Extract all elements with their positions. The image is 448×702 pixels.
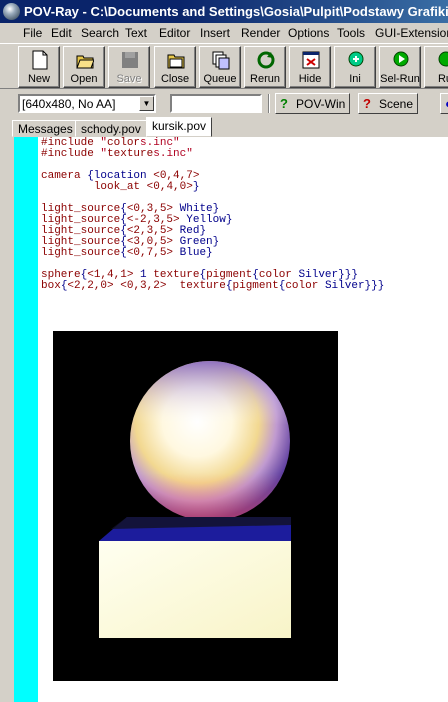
rerun-button[interactable]: Rerun: [244, 46, 286, 88]
main-toolbar: New Open Save Close Queue Rerun Hide Ini…: [0, 43, 448, 89]
title-bar: POV-Ray - C:\Documents and Settings\Gosi…: [0, 0, 448, 23]
editor-left-strip: [0, 137, 14, 702]
menu-text[interactable]: Text: [125, 26, 147, 40]
scene-help-label: Scene: [379, 97, 414, 111]
povwin-help-label: POV-Win: [296, 97, 346, 111]
chevron-down-icon[interactable]: ▼: [139, 96, 154, 111]
window-title: POV-Ray - C:\Documents and Settings\Gosi…: [24, 4, 448, 19]
close-button[interactable]: Close: [154, 46, 196, 88]
code-line: look_at <0,4,0>}: [93, 181, 200, 193]
code-text[interactable]: #include "colors.inc" #include "textures.…: [41, 138, 384, 292]
menu-search[interactable]: Search: [81, 26, 119, 40]
menu-insert[interactable]: Insert: [200, 26, 230, 40]
close-label: Close: [160, 73, 190, 85]
povwin-help-button[interactable]: ? POV-Win: [275, 93, 351, 114]
resolution-value: [640x480, No AA]: [22, 97, 116, 111]
hide-window-icon: [302, 51, 320, 69]
queue-label: Queue: [203, 73, 237, 85]
menu-file[interactable]: File: [23, 26, 42, 40]
sel-run-icon: [393, 51, 409, 67]
rendered-scene: [53, 331, 338, 681]
extra-help-button[interactable]: ●: [440, 93, 448, 114]
code-line: #include "textures.inc": [41, 148, 193, 160]
ini-icon: [348, 51, 364, 67]
menu-edit[interactable]: Edit: [51, 26, 72, 40]
code-editor[interactable]: #include "colors.inc" #include "textures.…: [38, 137, 448, 702]
document-tabs: Messages schody.pov kursik.pov: [0, 117, 448, 137]
queue-icon: [212, 51, 230, 70]
code-line: light_source{<0,7,5> Blue}: [41, 247, 213, 259]
rendered-box-front: [99, 541, 291, 638]
open-button[interactable]: Open: [63, 46, 105, 88]
toolbar-separator: [268, 94, 270, 113]
run-icon: [438, 51, 448, 67]
new-label: New: [27, 73, 50, 85]
resolution-select[interactable]: [640x480, No AA] ▼: [18, 94, 156, 113]
save-disk-icon: [122, 52, 138, 68]
ini-button[interactable]: Ini: [334, 46, 376, 88]
run-button[interactable]: Ru: [424, 46, 448, 88]
tab-schody-pov[interactable]: schody.pov: [75, 120, 147, 137]
hide-button[interactable]: Hide: [289, 46, 331, 88]
save-button[interactable]: Save: [108, 46, 150, 88]
ini-label: Ini: [349, 73, 361, 85]
new-file-icon: [32, 50, 48, 70]
run-label: Ru: [437, 73, 448, 85]
render-preview-image: [53, 331, 338, 681]
code-line: box{<2,2,0> <0,3,2> texture{pigment{colo…: [41, 280, 385, 292]
menu-editor[interactable]: Editor: [159, 26, 190, 40]
open-label: Open: [70, 73, 98, 85]
scene-help-button[interactable]: ? Scene: [358, 93, 419, 114]
open-folder-icon: [76, 55, 94, 69]
rerun-label: Rerun: [250, 73, 280, 85]
hide-label: Hide: [298, 73, 322, 85]
help-question-icon: ?: [363, 96, 371, 111]
tab-kursik-pov[interactable]: kursik.pov: [146, 117, 213, 137]
rerun-icon: [257, 51, 275, 69]
menu-tools[interactable]: Tools: [337, 26, 365, 40]
menu-gui-extensions[interactable]: GUI-Extensions: [375, 26, 448, 40]
close-folder-icon: [167, 54, 185, 69]
menu-options[interactable]: Options: [288, 26, 329, 40]
menu-bar: File Edit Search Text Editor Insert Rend…: [0, 23, 448, 43]
queue-button[interactable]: Queue: [199, 46, 241, 88]
save-label: Save: [116, 73, 142, 85]
new-button[interactable]: New: [18, 46, 60, 88]
help-question-icon: ?: [280, 96, 288, 111]
secondary-toolbar: [640x480, No AA] ▼ ? POV-Win ? Scene ●: [0, 89, 448, 117]
tab-messages[interactable]: Messages: [12, 120, 79, 137]
sel-run-label: Sel-Run: [380, 73, 420, 85]
command-line-input[interactable]: [170, 94, 262, 113]
menu-render[interactable]: Render: [241, 26, 280, 40]
povray-app-icon[interactable]: [3, 3, 20, 20]
editor-gutter[interactable]: [14, 137, 38, 702]
sel-run-button[interactable]: Sel-Run: [379, 46, 421, 88]
